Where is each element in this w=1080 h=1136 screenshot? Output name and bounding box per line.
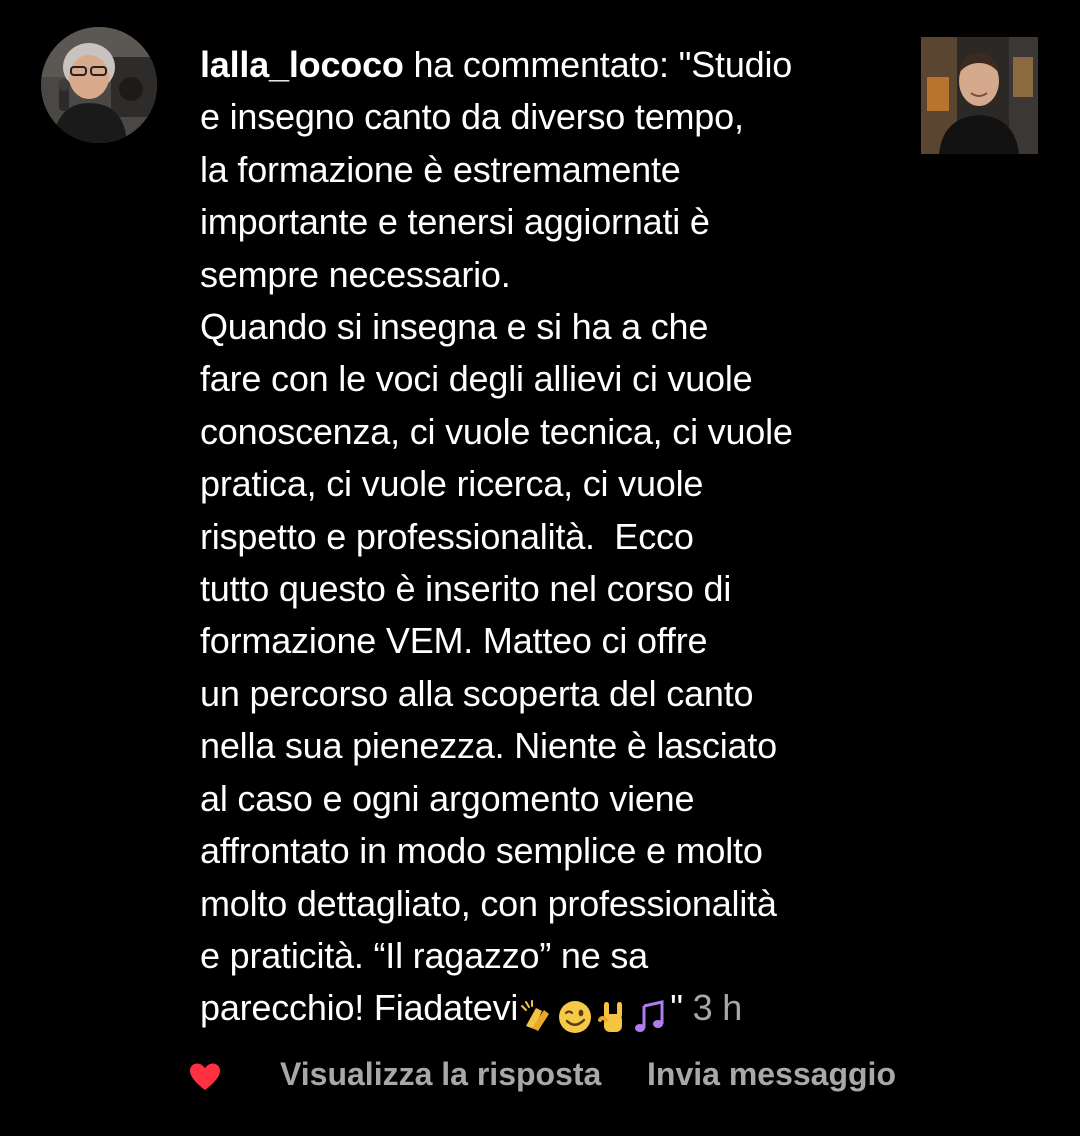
comment-line: e insegno canto da diverso tempo, <box>200 96 744 138</box>
send-message-button[interactable]: Invia messaggio <box>647 1056 896 1093</box>
comment-last-line: parecchio! Fiadatevi " 3 h <box>200 982 890 1040</box>
emoji-group <box>518 988 670 1040</box>
musical-notes-icon <box>635 999 664 1032</box>
comment-action-text: ha commentato: "Studio <box>403 44 793 85</box>
comment-timestamp: 3 h <box>692 987 743 1029</box>
comment-line-text: parecchio! Fiadatevi <box>200 987 519 1029</box>
comment-line: nella sua pienezza. Niente è lasciato <box>200 725 777 767</box>
comment-header-line: lalla_lococo ha commentato: "Studio <box>200 39 890 91</box>
sign-of-the-horns-icon <box>598 1001 623 1032</box>
commenter-username[interactable]: lalla_lococo <box>200 44 404 85</box>
comment-closing-quote: " <box>670 987 683 1029</box>
comment-line: tutto questo è inserito nel corso di <box>200 568 732 610</box>
comment-line: importante e tenersi aggiornati è <box>200 201 710 243</box>
post-thumbnail[interactable] <box>921 37 1038 154</box>
comment-line: e praticità. “Il ragazzo” ne sa <box>200 934 649 976</box>
heart-icon[interactable] <box>189 1062 221 1092</box>
comment-line: formazione VEM. Matteo ci offre <box>200 620 708 662</box>
comment-actions: Visualizza la risposta Invia messaggio <box>0 1052 1080 1102</box>
clapping-hands-icon <box>521 999 550 1031</box>
view-reply-button[interactable]: Visualizza la risposta <box>280 1056 601 1093</box>
winking-face-icon <box>559 1000 592 1033</box>
comment-line: fare con le voci degli allievi ci vuole <box>200 358 753 400</box>
comment-line: conoscenza, ci vuole tecnica, ci vuole <box>200 410 793 452</box>
comment-line: Quando si insegna e si ha a che <box>200 306 709 348</box>
comment-line: un percorso alla scoperta del canto <box>200 672 754 714</box>
comment-line: rispetto e professionalità. Ecco <box>200 515 694 557</box>
comment-line: la formazione è estremamente <box>200 148 681 190</box>
comment-line: sempre necessario. <box>200 253 511 295</box>
commenter-avatar[interactable] <box>41 27 157 143</box>
comment-line: molto dettagliato, con professionalità <box>200 882 777 924</box>
avatar-photo <box>41 27 157 143</box>
comment-text: lalla_lococo ha commentato: "Studio e in… <box>200 39 890 1041</box>
comment-line: affrontato in modo semplice e molto <box>200 830 763 872</box>
comment-line: pratica, ci vuole ricerca, ci vuole <box>200 463 704 505</box>
post-thumbnail-image <box>921 37 1038 154</box>
comment-line: al caso e ogni argomento viene <box>200 777 695 819</box>
